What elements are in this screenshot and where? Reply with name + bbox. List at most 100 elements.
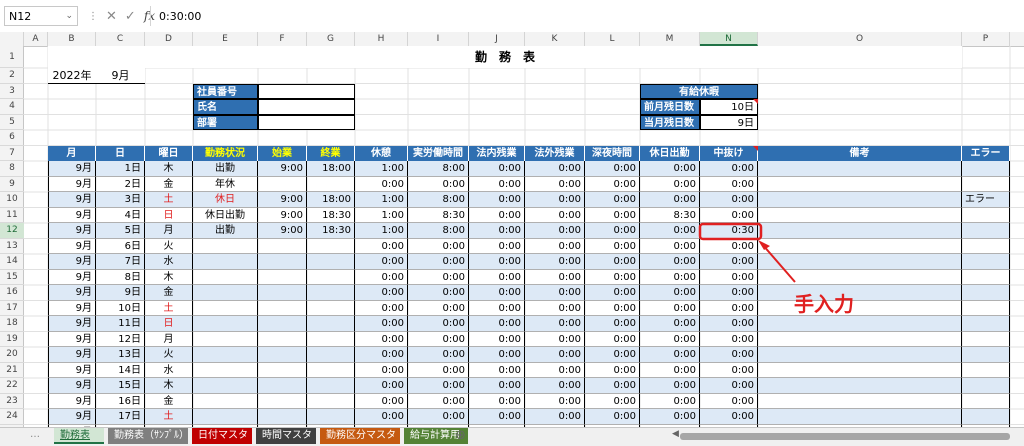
table-cell-note[interactable] bbox=[758, 223, 962, 239]
sheet-tab-4[interactable]: 時間マスタ bbox=[256, 428, 316, 444]
table-cell-nt[interactable]: 0:00 bbox=[585, 316, 640, 332]
table-cell-ot2[interactable]: 0:00 bbox=[525, 207, 585, 223]
table-cell-note[interactable] bbox=[758, 300, 962, 316]
table-cell-nt[interactable]: 0:00 bbox=[585, 393, 640, 409]
comment-indicator-icon[interactable] bbox=[753, 145, 758, 151]
table-cell-w[interactable]: 木 bbox=[145, 269, 193, 285]
table-cell-nk[interactable]: 0:30 bbox=[700, 223, 758, 239]
table-cell-wk[interactable]: 0:00 bbox=[408, 378, 469, 394]
table-cell-hw[interactable]: 0:00 bbox=[640, 409, 700, 425]
table-cell-wk[interactable]: 8:00 bbox=[408, 223, 469, 239]
table-cell-hw[interactable]: 0:00 bbox=[640, 300, 700, 316]
table-cell-m[interactable]: 9月 bbox=[48, 269, 96, 285]
table-cell-d[interactable]: 10日 bbox=[96, 300, 145, 316]
table-cell-hw[interactable]: 0:00 bbox=[640, 285, 700, 301]
table-cell-br[interactable]: 0:00 bbox=[355, 378, 408, 394]
table-cell-en[interactable] bbox=[307, 269, 355, 285]
table-cell-d[interactable]: 13日 bbox=[96, 347, 145, 363]
table-cell-nt[interactable]: 0:00 bbox=[585, 223, 640, 239]
table-cell-st[interactable]: 9:00 bbox=[258, 161, 307, 177]
name-box[interactable]: N12 ⌄ bbox=[4, 6, 78, 26]
table-cell-s[interactable]: 出勤 bbox=[193, 161, 258, 177]
table-cell-s[interactable] bbox=[193, 300, 258, 316]
table-cell-ot2[interactable]: 0:00 bbox=[525, 285, 585, 301]
table-cell-w[interactable]: 日 bbox=[145, 316, 193, 332]
table-cell-nt[interactable]: 0:00 bbox=[585, 378, 640, 394]
table-cell-wk[interactable]: 0:00 bbox=[408, 238, 469, 254]
table-cell-ot2[interactable]: 0:00 bbox=[525, 393, 585, 409]
cancel-icon[interactable]: ✕ bbox=[106, 9, 117, 24]
enter-icon[interactable]: ✓ bbox=[125, 9, 136, 24]
table-cell-m[interactable]: 9月 bbox=[48, 331, 96, 347]
row-header-10[interactable]: 10 bbox=[0, 192, 24, 208]
table-cell-ot2[interactable]: 0:00 bbox=[525, 409, 585, 425]
table-cell-ot2[interactable]: 0:00 bbox=[525, 238, 585, 254]
table-cell-br[interactable]: 0:00 bbox=[355, 331, 408, 347]
table-cell-st[interactable] bbox=[258, 238, 307, 254]
table-cell-wk[interactable]: 0:00 bbox=[408, 409, 469, 425]
table-cell-m[interactable]: 9月 bbox=[48, 176, 96, 192]
table-cell-hw[interactable]: 0:00 bbox=[640, 378, 700, 394]
row-header-12[interactable]: 12 bbox=[0, 223, 24, 239]
table-cell-m[interactable]: 9月 bbox=[48, 207, 96, 223]
table-cell-hw[interactable]: 0:00 bbox=[640, 393, 700, 409]
table-cell-nk[interactable]: 0:00 bbox=[700, 285, 758, 301]
table-cell-ot1[interactable]: 0:00 bbox=[469, 176, 525, 192]
table-cell-ot1[interactable]: 0:00 bbox=[469, 300, 525, 316]
table-cell-br[interactable]: 0:00 bbox=[355, 393, 408, 409]
table-cell-st[interactable]: 9:00 bbox=[258, 207, 307, 223]
horizontal-scrollbar[interactable] bbox=[680, 433, 1010, 440]
table-cell-wk[interactable]: 0:00 bbox=[408, 254, 469, 270]
table-cell-nk[interactable]: 0:00 bbox=[700, 378, 758, 394]
table-cell-m[interactable]: 9月 bbox=[48, 300, 96, 316]
table-cell-w[interactable]: 金 bbox=[145, 176, 193, 192]
table-cell-nt[interactable]: 0:00 bbox=[585, 362, 640, 378]
row-header-6[interactable]: 6 bbox=[0, 130, 24, 146]
table-cell-ot2[interactable]: 0:00 bbox=[525, 223, 585, 239]
table-cell-note[interactable] bbox=[758, 207, 962, 223]
table-cell-br[interactable]: 0:00 bbox=[355, 176, 408, 192]
table-cell-s[interactable] bbox=[193, 238, 258, 254]
table-cell-br[interactable]: 1:00 bbox=[355, 223, 408, 239]
table-cell-m[interactable]: 9月 bbox=[48, 409, 96, 425]
table-cell-note[interactable] bbox=[758, 285, 962, 301]
table-cell-hw[interactable]: 0:00 bbox=[640, 238, 700, 254]
table-cell-en[interactable] bbox=[307, 393, 355, 409]
table-cell-m[interactable]: 9月 bbox=[48, 238, 96, 254]
table-cell-br[interactable]: 0:00 bbox=[355, 238, 408, 254]
row-header-8[interactable]: 8 bbox=[0, 161, 24, 177]
table-cell-st[interactable] bbox=[258, 285, 307, 301]
sheet-tab-3[interactable]: 日付マスタ bbox=[192, 428, 252, 444]
table-cell-m[interactable]: 9月 bbox=[48, 362, 96, 378]
row-header-11[interactable]: 11 bbox=[0, 208, 24, 223]
table-cell-en[interactable]: 18:00 bbox=[307, 161, 355, 177]
table-cell-nt[interactable]: 0:00 bbox=[585, 300, 640, 316]
table-cell-m[interactable]: 9月 bbox=[48, 161, 96, 177]
row-header-16[interactable]: 16 bbox=[0, 285, 24, 301]
table-cell-err[interactable] bbox=[962, 285, 1010, 301]
table-cell-nk[interactable]: 0:00 bbox=[700, 316, 758, 332]
table-cell-nk[interactable]: 0:00 bbox=[700, 192, 758, 208]
table-cell-note[interactable] bbox=[758, 269, 962, 285]
table-cell-s[interactable] bbox=[193, 331, 258, 347]
table-cell-hw[interactable]: 0:00 bbox=[640, 192, 700, 208]
table-cell-err[interactable] bbox=[962, 409, 1010, 425]
table-cell-hw[interactable]: 0:00 bbox=[640, 161, 700, 177]
table-cell-note[interactable] bbox=[758, 176, 962, 192]
table-cell-s[interactable]: 休日 bbox=[193, 192, 258, 208]
table-cell-d[interactable]: 12日 bbox=[96, 331, 145, 347]
table-cell-nt[interactable]: 0:00 bbox=[585, 285, 640, 301]
add-sheet-icon[interactable]: ⊕ bbox=[455, 428, 466, 443]
table-cell-en[interactable] bbox=[307, 316, 355, 332]
table-cell-note[interactable] bbox=[758, 254, 962, 270]
table-cell-d[interactable]: 5日 bbox=[96, 223, 145, 239]
table-cell-nk[interactable]: 0:00 bbox=[700, 300, 758, 316]
table-cell-en[interactable] bbox=[307, 285, 355, 301]
column-header-h[interactable]: H bbox=[355, 32, 408, 46]
table-cell-d[interactable]: 11日 bbox=[96, 316, 145, 332]
table-cell-w[interactable]: 火 bbox=[145, 238, 193, 254]
table-cell-note[interactable] bbox=[758, 378, 962, 394]
table-cell-hw[interactable]: 0:00 bbox=[640, 362, 700, 378]
table-cell-nk[interactable]: 0:00 bbox=[700, 161, 758, 177]
table-cell-en[interactable] bbox=[307, 238, 355, 254]
